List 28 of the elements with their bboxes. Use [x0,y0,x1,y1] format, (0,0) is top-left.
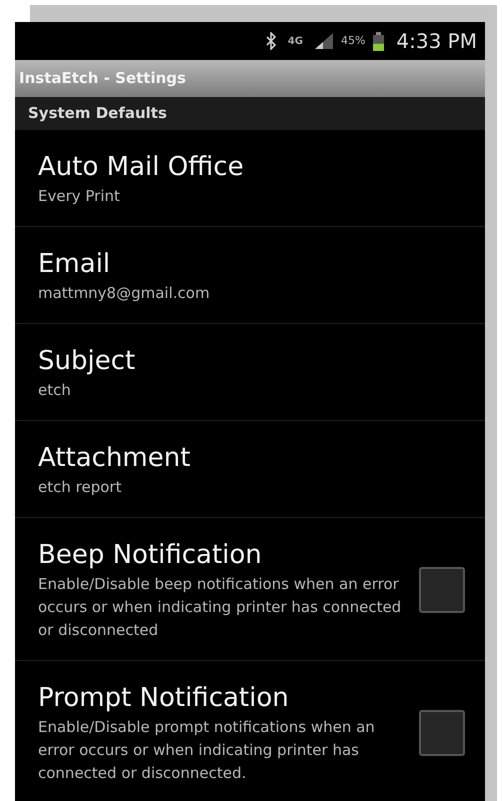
settings-item[interactable]: Auto Mail Office Every Print [15,130,485,227]
settings-item[interactable]: Subject etch [15,324,485,421]
clock: 4:33 PM [396,28,477,55]
setting-title: Attachment [38,442,192,475]
setting-title: Prompt Notification [38,682,290,715]
checkbox[interactable] [419,710,465,756]
battery-percent: 45% [340,32,366,49]
setting-title: Beep Notification [38,539,263,572]
setting-title: Email [38,248,112,281]
section-header: System Defaults [28,103,167,124]
bluetooth-icon [266,32,276,50]
signal-icon [314,33,333,49]
settings-item[interactable]: Prompt Notification Enable/Disable prompt notifications when an error occurs or when indicating printer has connected or disconnected. [15,661,485,801]
setting-summary: etch report [38,477,122,498]
checkbox[interactable] [419,566,465,612]
battery-icon [373,32,384,50]
setting-title: Auto Mail Office [38,151,245,184]
network-label: 4G [288,34,303,48]
setting-summary: Every Print [38,186,121,207]
setting-summary: Enable/Disable prompt notifications when an error occurs or when indicating printer has connected or disconnected. [38,717,376,784]
settings-item[interactable]: Beep Notification Enable/Disable beep notifications when an error occurs or when indicating printer has connected or disconnected [15,518,485,661]
window-title: InstaEtch - Settings [19,68,186,90]
settings-item[interactable]: Attachment etch report [15,421,485,518]
setting-title: Subject [38,345,136,378]
setting-summary: mattmny8@gmail.com [38,283,211,304]
settings-item[interactable]: Email mattmny8@gmail.com [15,227,485,324]
setting-summary: Enable/Disable beep notifications when an error occurs or when indicating printer has connected or disconnected [38,574,402,641]
setting-summary: etch [38,380,72,401]
